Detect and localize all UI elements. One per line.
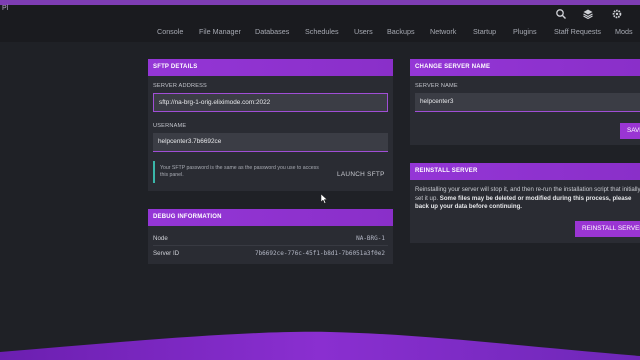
server-id-value: 7b6692ce-776c-45f1-b8d1-7b6051a3f0e2 <box>254 250 385 257</box>
reinstall-server-button[interactable]: REINSTALL SERVER <box>575 221 640 237</box>
nav-staff-requests[interactable]: Staff Requests <box>554 27 601 36</box>
nav-schedules[interactable]: Schedules <box>305 27 339 36</box>
nav-mods[interactable]: Mods <box>615 27 633 36</box>
reinstall-server-title: REINSTALL SERVER <box>410 163 640 180</box>
nav-console[interactable]: Console <box>157 27 183 36</box>
nav-startup[interactable]: Startup <box>473 27 496 36</box>
nav-network[interactable]: Network <box>430 27 456 36</box>
sftp-details-panel: SFTP DETAILS SERVER ADDRESS sftp://na-br… <box>148 59 393 191</box>
node-label: Node <box>153 235 168 242</box>
logo[interactable]: Pl <box>2 5 8 12</box>
reinstall-warning-text: Some files may be deleted or modified du… <box>415 194 632 211</box>
nav-plugins[interactable]: Plugins <box>513 27 537 36</box>
reinstall-server-panel: REINSTALL SERVER Reinstalling your serve… <box>410 163 640 243</box>
debug-divider <box>153 245 388 246</box>
server-address-label: SERVER ADDRESS <box>153 83 207 89</box>
reinstall-description: Reinstalling your server will stop it, a… <box>415 186 640 212</box>
change-server-name-panel: CHANGE SERVER NAME SERVER NAME helpcente… <box>410 59 640 145</box>
server-name-field[interactable]: helpcenter3 <box>415 93 640 112</box>
server-nav: Console File Manager Databases Schedules… <box>0 22 640 42</box>
top-bar: Pl <box>0 0 640 22</box>
sftp-password-note: Your SFTP password is the same as the pa… <box>153 161 323 183</box>
debug-information-title: DEBUG INFORMATION <box>148 209 393 226</box>
launch-sftp-button[interactable]: LAUNCH SFTP <box>337 171 385 178</box>
server-name-label: SERVER NAME <box>415 83 458 89</box>
change-server-name-title: CHANGE SERVER NAME <box>410 59 640 76</box>
search-icon[interactable] <box>555 8 567 20</box>
gear-icon[interactable] <box>611 8 623 20</box>
nav-backups[interactable]: Backups <box>387 27 415 36</box>
nav-file-manager[interactable]: File Manager <box>199 27 241 36</box>
save-button[interactable]: SAVE <box>620 123 640 139</box>
sftp-details-title: SFTP DETAILS <box>148 59 393 76</box>
debug-information-panel: DEBUG INFORMATION Node NA-BRG-1 Server I… <box>148 209 393 264</box>
layers-icon[interactable] <box>582 8 594 20</box>
username-field[interactable]: helpcenter3.7b6692ce <box>153 133 388 152</box>
nav-users[interactable]: Users <box>354 27 373 36</box>
username-label: USERNAME <box>153 123 187 129</box>
server-address-field[interactable]: sftp://na-brg-1-orig.eliximode.com:2022 <box>153 93 388 112</box>
node-value: NA-BRG-1 <box>356 235 385 242</box>
server-id-label: Server ID <box>153 250 180 257</box>
mouse-cursor-icon <box>321 194 328 204</box>
nav-databases[interactable]: Databases <box>255 27 289 36</box>
footer-wave-decoration <box>0 331 640 360</box>
